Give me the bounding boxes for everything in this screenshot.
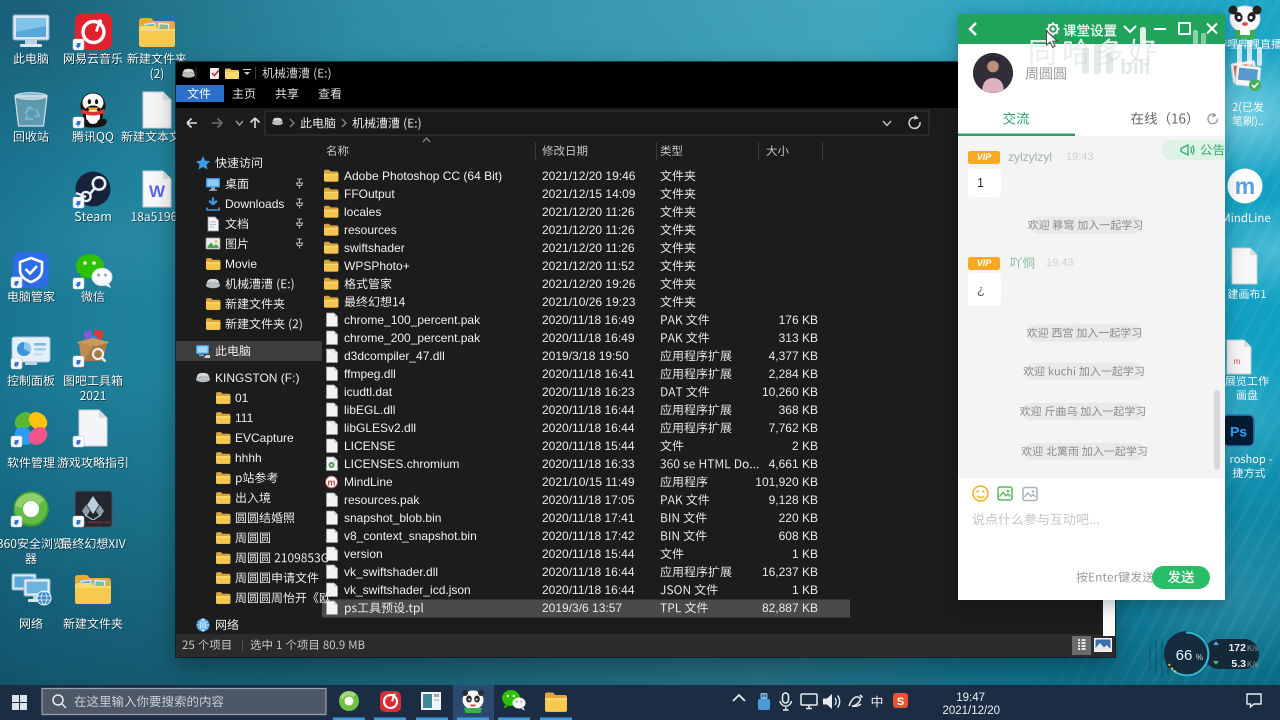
- svg-text:m: m: [327, 478, 335, 488]
- svg-text:2021/12/20: 2021/12/20: [942, 705, 1000, 717]
- svg-text:S: S: [897, 696, 904, 708]
- svg-text:19:47: 19:47: [956, 692, 985, 704]
